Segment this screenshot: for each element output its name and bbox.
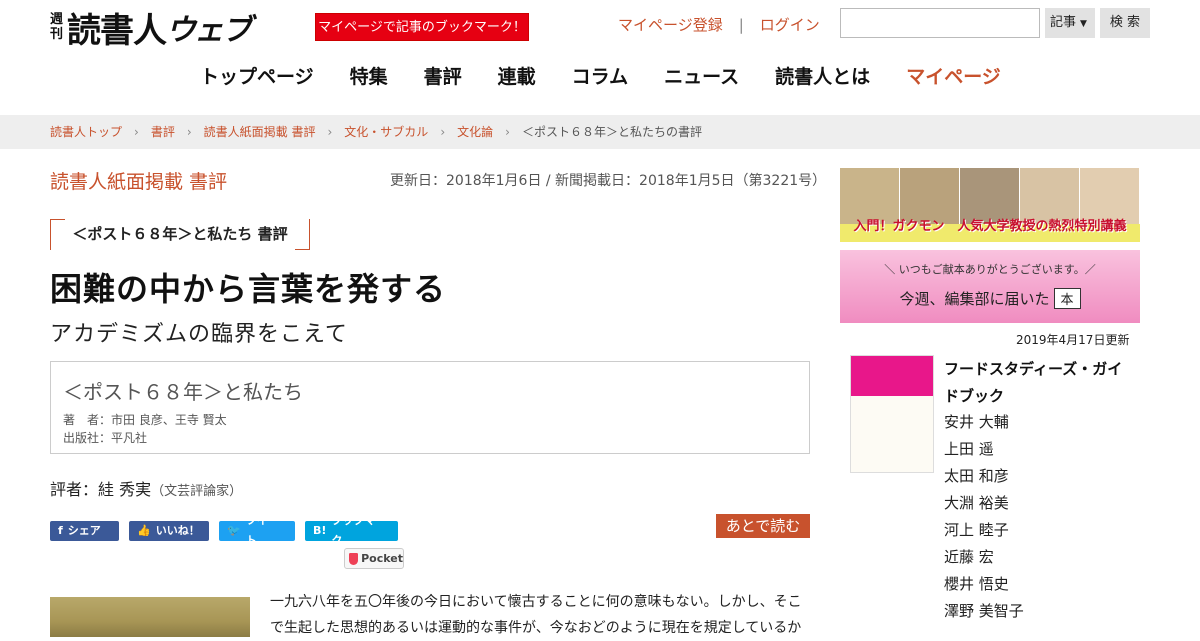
register-link[interactable]: マイページ登録 <box>618 14 723 35</box>
nav-item-series[interactable]: 連載 <box>498 62 536 89</box>
author-name: 安井 大輔 <box>944 413 1009 431</box>
received-books-tagline: ＼ いつもご献本ありがとうございます。／ <box>884 263 1096 276</box>
nav-item-feature[interactable]: 特集 <box>350 62 388 89</box>
logo-shuukan-top: 週 <box>50 12 64 27</box>
chevron-right-icon: › <box>134 125 139 139</box>
author-name: 上田 遥 <box>944 440 994 458</box>
book-publisher: 出版社：平凡社 <box>63 431 148 445</box>
gakumon-banner-ad[interactable]: 入門！ガクモン 人気大学教授の熱烈特別講義 <box>840 168 1140 242</box>
chevron-right-icon: › <box>440 125 446 139</box>
facebook-share-label: シェア <box>67 524 101 537</box>
account-links: マイページ登録 | ログイン <box>618 14 820 35</box>
read-later-button[interactable]: あとで読む <box>716 514 810 538</box>
search-type-value: 記事 <box>1050 15 1077 30</box>
link-separator: | <box>738 15 744 34</box>
search-type-select[interactable]: 記事 ▼ <box>1045 8 1095 38</box>
pocket-icon <box>349 552 359 565</box>
search-button[interactable]: 検 索 <box>1100 8 1150 38</box>
article-dates: 更新日：2018年1月6日 / 新聞掲載日：2018年1月5日（第3221号） <box>390 173 827 189</box>
share-buttons: f シェア 👍 いいね！ 🐦 ツイート B! ブックマーク <box>50 514 398 547</box>
book-label-icon: 本 <box>1053 288 1081 309</box>
reviewer-info: 評者：絓 秀実（文芸評論家） <box>50 476 242 500</box>
nav-item-about[interactable]: 読書人とは <box>775 62 870 89</box>
logo-shuukan-bottom: 刊 <box>50 27 64 42</box>
breadcrumb-item[interactable]: 読書人紙面掲載 書評 <box>204 115 316 149</box>
book-cover-body <box>851 396 933 472</box>
received-books-heading-text: 今週、編集部に届いた <box>899 290 1050 308</box>
hatena-bookmark-label: ブックマーク <box>331 514 387 547</box>
received-book-authors: 安井 大輔 上田 遥 太田 和彦 大淵 裕美 河上 睦子 近藤 宏 櫻井 悟史 … <box>944 409 1024 625</box>
twitter-share-label: ツイート <box>245 514 279 547</box>
twitter-share-button[interactable]: 🐦 ツイート <box>219 514 295 547</box>
global-nav: トップページ 特集 書評 連載 コラム ニュース 読書人とは マイページ <box>200 62 1001 89</box>
book-author: 著 者：市田 良彦、王寺 賢太 <box>63 413 227 427</box>
book-cover-image[interactable] <box>850 355 934 473</box>
facebook-like-label: いいね！ <box>155 524 200 537</box>
chevron-down-icon: ▼ <box>1080 19 1087 29</box>
breadcrumb-item[interactable]: 文化・サブカル <box>344 115 428 149</box>
breadcrumb-item[interactable]: 文化論 <box>457 115 493 149</box>
author-name: 澤野 美智子 <box>944 602 1024 620</box>
site-header: 週 刊 読書人 ウェブ マイページで記事のブックマーク！ マイページ登録 | ロ… <box>0 0 1200 115</box>
author-name: 河上 睦子 <box>944 521 1009 539</box>
book-info-box: ＜ポスト６８年＞と私たち 著 者：市田 良彦、王寺 賢太 出版社：平凡社 <box>50 361 810 454</box>
article-body: 一九六八年を五〇年後の今日において懐古することに何の意味もない。しかし、そこ で… <box>270 589 810 641</box>
author-name: 大淵 裕美 <box>944 494 1009 512</box>
article-image <box>50 597 250 637</box>
breadcrumb: 読書人トップ › 書評 › 読書人紙面掲載 書評 › 文化・サブカル › 文化論… <box>0 115 1200 149</box>
nav-item-news[interactable]: ニュース <box>664 62 739 89</box>
site-logo[interactable]: 週 刊 読書人 ウェブ <box>50 6 252 51</box>
page-subtitle: アカデミズムの臨界をこえて <box>50 322 348 347</box>
breadcrumb-item[interactable]: 読書人トップ <box>50 115 122 149</box>
reviewer-name[interactable]: 絓 秀実 <box>98 480 151 499</box>
pocket-label: Pocket <box>361 552 403 565</box>
nav-item-column[interactable]: コラム <box>572 62 628 89</box>
facebook-share-button[interactable]: f シェア <box>50 521 119 541</box>
reviewer-label: 評者： <box>50 480 99 499</box>
article-category-link[interactable]: 読書人紙面掲載 書評 <box>50 167 227 194</box>
page-title: 困難の中から言葉を発する <box>50 270 447 308</box>
nav-item-mypage[interactable]: マイページ <box>906 62 1001 89</box>
author-name: 櫻井 悟史 <box>944 575 1009 593</box>
nav-item-review[interactable]: 書評 <box>424 62 462 89</box>
login-link[interactable]: ログイン <box>760 14 820 35</box>
logo-main-text: 読書人 <box>67 10 167 51</box>
twitter-bird-icon: 🐦 <box>227 524 241 537</box>
reviewer-role: （文芸評論家） <box>151 484 243 499</box>
hatena-bookmark-button[interactable]: B! ブックマーク <box>305 514 398 547</box>
logo-web-text: ウェブ <box>166 13 252 48</box>
thumbs-up-icon: 👍 <box>137 524 151 537</box>
received-books-heading: 今週、編集部に届いた本 <box>840 288 1140 309</box>
author-name: 太田 和彦 <box>944 467 1009 485</box>
article-body-line: 一九六八年を五〇年後の今日において懐古することに何の意味もない。しかし、そこ <box>270 594 802 610</box>
facebook-icon: f <box>58 524 63 537</box>
gakumon-banner-caption: 入門！ガクモン 人気大学教授の熱烈特別講義 <box>853 219 1127 234</box>
author-name: 近藤 宏 <box>944 548 994 566</box>
chevron-right-icon: › <box>505 125 510 139</box>
article-body-line: で生起した思想的あるいは運動的な事件が、今なおどのように現在を規定しているか <box>270 620 802 636</box>
book-title: ＜ポスト６８年＞と私たち <box>63 380 303 404</box>
book-tag: ＜ポスト６８年＞と私たち 書評 <box>50 219 310 250</box>
chevron-right-icon: › <box>186 125 192 139</box>
facebook-like-button[interactable]: 👍 いいね！ <box>129 521 209 541</box>
search-input[interactable] <box>840 8 1040 38</box>
logo-shuukan: 週 刊 <box>50 12 63 42</box>
mypage-bookmark-banner[interactable]: マイページで記事のブックマーク！ <box>315 13 529 41</box>
received-book-title[interactable]: フードスタディーズ・ガイドブック <box>944 356 1134 410</box>
breadcrumb-current: ＜ポスト６８年＞と私たちの書評 <box>521 125 702 139</box>
nav-item-top[interactable]: トップページ <box>200 62 314 89</box>
book-cover-top <box>851 356 933 396</box>
received-books-updated-date: 2019年4月17日更新 <box>1016 333 1130 347</box>
breadcrumb-item[interactable]: 書評 <box>151 115 175 149</box>
pocket-button[interactable]: Pocket <box>344 548 404 569</box>
received-books-banner[interactable]: ＼ いつもご献本ありがとうございます。／ 今週、編集部に届いた本 <box>840 250 1140 323</box>
chevron-right-icon: › <box>327 125 333 139</box>
hatena-bookmark-icon: B! <box>313 524 327 537</box>
